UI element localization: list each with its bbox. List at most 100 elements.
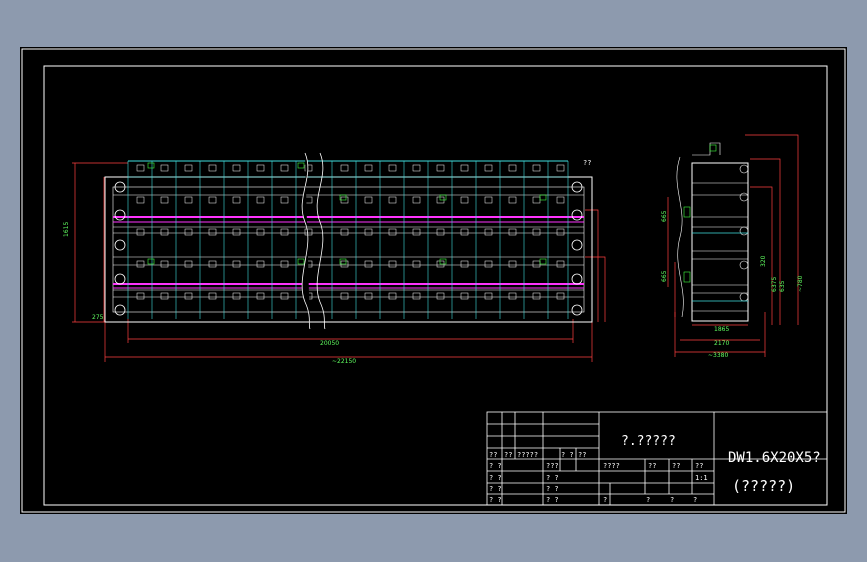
tb-left-r3a: ? ? xyxy=(489,474,502,482)
front-view: 1615 20050 ~22150 275 ?? xyxy=(63,152,606,365)
bracket-box xyxy=(160,164,169,172)
marker-box xyxy=(147,162,155,169)
bracket-box xyxy=(484,228,493,236)
bracket-box xyxy=(208,196,217,204)
bracket-box xyxy=(388,196,397,204)
tb-left-h4: ?? xyxy=(578,451,586,459)
bracket-box xyxy=(256,228,265,236)
marker-box xyxy=(439,258,447,265)
bracket-box xyxy=(364,228,373,236)
bracket-box xyxy=(136,260,145,268)
bracket-box xyxy=(208,228,217,236)
marker-box xyxy=(539,194,547,201)
title-block-text: ?.????? DW1.6X20X5? (?????) ?? ?? ????? … xyxy=(489,434,821,504)
bracket-box xyxy=(532,228,541,236)
bracket-box xyxy=(184,292,193,300)
drawing-code: DW1.6X20X5? xyxy=(728,450,821,466)
bracket-box xyxy=(460,164,469,172)
bracket-box xyxy=(184,260,193,268)
bracket-box xyxy=(184,164,193,172)
tb-left-r2b: ??? xyxy=(546,462,559,470)
bracket-box xyxy=(364,164,373,172)
bracket-box xyxy=(208,164,217,172)
tb-left-r4a: ? ? xyxy=(489,485,502,493)
bracket-box xyxy=(340,292,349,300)
bracket-box xyxy=(508,164,517,172)
dim-front-inner-width: 20050 xyxy=(320,340,339,347)
bracket-box xyxy=(388,228,397,236)
bracket-box xyxy=(136,292,145,300)
bracket-box xyxy=(484,292,493,300)
dim-side-inner: 1865 xyxy=(714,326,729,333)
tb-left-r3b: ? ? xyxy=(546,474,559,482)
bracket-box xyxy=(256,196,265,204)
bracket-box xyxy=(532,292,541,300)
bracket-box xyxy=(184,196,193,204)
bracket-box xyxy=(388,164,397,172)
tb-mid-3: ?? xyxy=(695,462,703,470)
bracket-box xyxy=(412,196,421,204)
tb-scale: 1:1 xyxy=(695,474,708,482)
side-view: 1865 2170 ~3380 635 6375 ~780 665 665 32… xyxy=(661,134,804,359)
bracket-box xyxy=(412,260,421,268)
marker-box xyxy=(297,162,305,169)
bracket-box xyxy=(136,228,145,236)
bracket-box xyxy=(280,228,289,236)
bracket-box xyxy=(556,292,565,300)
dim-side-h1: 635 xyxy=(779,280,786,292)
bracket-box xyxy=(508,260,517,268)
outer-frame xyxy=(21,48,846,513)
bracket-box xyxy=(160,260,169,268)
marker-box xyxy=(297,258,305,265)
tb-bottom-3: ? xyxy=(693,496,697,504)
bracket-box xyxy=(556,196,565,204)
bracket-box xyxy=(280,292,289,300)
bracket-box xyxy=(136,196,145,204)
bracket-box xyxy=(412,164,421,172)
dim-front-overall-width: ~22150 xyxy=(332,358,356,365)
dim-side-left-a: 665 xyxy=(661,210,668,222)
bracket-box xyxy=(232,228,241,236)
tb-left-r4b: ? ? xyxy=(546,485,559,493)
bracket-box xyxy=(160,228,169,236)
bracket-box xyxy=(364,292,373,300)
bracket-box xyxy=(208,260,217,268)
dim-side-left-b: 665 xyxy=(661,270,668,282)
inner-frame xyxy=(43,65,828,506)
drawing-name: (?????) xyxy=(732,477,795,495)
tb-left-r2a: ? ? xyxy=(489,462,502,470)
bracket-box xyxy=(556,164,565,172)
bracket-box xyxy=(280,164,289,172)
marker-box xyxy=(439,194,447,201)
bracket-box xyxy=(256,164,265,172)
bracket-box xyxy=(556,228,565,236)
bracket-box xyxy=(460,196,469,204)
bracket-box xyxy=(412,228,421,236)
bracket-box xyxy=(436,164,445,172)
tb-mid-2: ?? xyxy=(672,462,680,470)
tb-left-h1: ?? xyxy=(504,451,512,459)
bracket-box xyxy=(532,164,541,172)
tb-left-h3: ? ? xyxy=(561,451,574,459)
tb-bottom-1: ? xyxy=(646,496,650,504)
bracket-box xyxy=(484,260,493,268)
dim-left-small: 275 xyxy=(92,314,104,321)
bracket-box xyxy=(232,292,241,300)
drawing-sheet: 1615 20050 ~22150 275 ?? 1865 2170 ~3380… xyxy=(20,47,847,514)
bracket-box xyxy=(412,292,421,300)
bracket-box xyxy=(232,196,241,204)
bracket-box xyxy=(280,196,289,204)
bracket-box xyxy=(556,260,565,268)
bracket-box xyxy=(184,228,193,236)
cad-drawing: 1615 20050 ~22150 275 ?? 1865 2170 ~3380… xyxy=(21,48,846,513)
dim-front-height: 1615 xyxy=(63,222,70,237)
bracket-box xyxy=(280,260,289,268)
bracket-box xyxy=(460,292,469,300)
bracket-box xyxy=(256,292,265,300)
bracket-box xyxy=(436,228,445,236)
dim-side-h2: 6375 xyxy=(771,277,778,292)
bracket-box xyxy=(340,164,349,172)
bracket-box xyxy=(532,260,541,268)
bracket-box xyxy=(256,260,265,268)
marker-box xyxy=(147,258,155,265)
